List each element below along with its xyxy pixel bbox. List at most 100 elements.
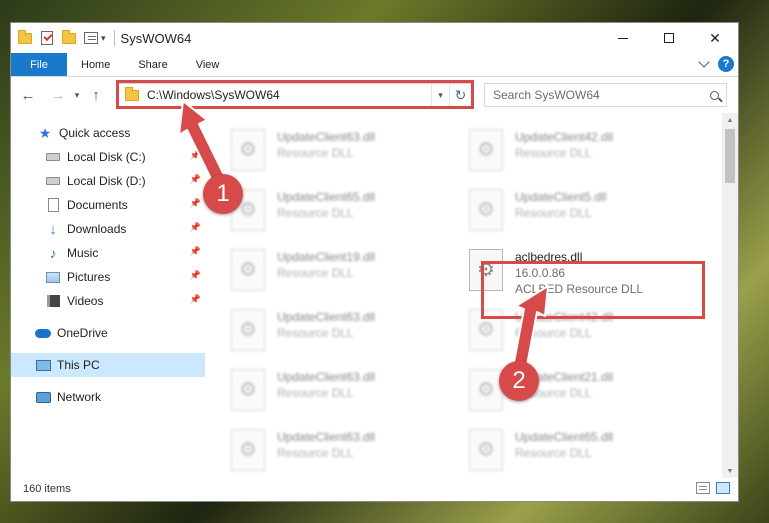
drive-icon (45, 173, 61, 189)
file-name: UpdateClient65.dll (515, 430, 614, 444)
file-type: Resource DLL (277, 446, 354, 460)
back-arrow-icon[interactable]: ← (17, 84, 39, 106)
file-name: UpdateClient63.dll (277, 130, 376, 144)
quick-access-toolbar-icon[interactable] (83, 30, 99, 46)
search-icon[interactable] (702, 84, 726, 106)
window-controls: ✕ (600, 23, 738, 53)
up-arrow-icon[interactable]: ↑ (85, 84, 107, 106)
pin-icon[interactable]: 📌 (190, 246, 201, 257)
sidebar-item-network[interactable]: Network (11, 385, 205, 409)
help-icon[interactable]: ? (718, 56, 734, 72)
sidebar-item-documents[interactable]: Documents 📌 (11, 193, 205, 217)
tab-view[interactable]: View (182, 53, 234, 76)
main-content: ★ Quick access Local Disk (C:) 📌 Local D… (11, 113, 738, 478)
title-bar: ▾ SysWOW64 ✕ (11, 23, 738, 53)
sidebar-item-pictures[interactable]: Pictures 📌 (11, 265, 205, 289)
file-type: Resource DLL (515, 206, 592, 220)
close-button[interactable]: ✕ (692, 23, 738, 53)
sidebar-item-label: Pictures (67, 270, 111, 284)
file-name: UpdateClient19.dll (277, 250, 376, 264)
step-2-badge: 2 (499, 361, 539, 401)
maximize-button[interactable] (646, 23, 692, 53)
cloud-icon (35, 325, 51, 341)
large-icons-view-icon[interactable] (716, 482, 730, 494)
sidebar-item-label: Local Disk (D:) (67, 174, 146, 188)
sidebar-item-label: Network (57, 390, 102, 404)
drive-icon (45, 149, 61, 165)
sidebar-item-local-disk-c[interactable]: Local Disk (C:) 📌 (11, 145, 205, 169)
sidebar-item-label: Quick access (59, 126, 131, 140)
expand-ribbon-chevron-icon[interactable] (698, 56, 710, 68)
file-list-pane: ⚙ UpdateClient63.dll Resource DLL ⚙ Updat… (215, 113, 725, 478)
tab-home[interactable]: Home (67, 53, 124, 76)
dll-file-icon: ⚙ (231, 309, 265, 351)
status-bar: 160 items (11, 477, 738, 501)
file-name: UpdateClient65.dll (277, 190, 376, 204)
step-1-badge: 1 (203, 174, 243, 214)
file-tile[interactable]: ⚙ UpdateClient19.dll Resource DLL (231, 241, 469, 301)
maximize-icon (664, 33, 674, 43)
item-count: 160 items (23, 483, 71, 495)
sidebar-item-music[interactable]: ♪ Music 📌 (11, 241, 205, 265)
search-placeholder: Search SysWOW64 (493, 88, 600, 102)
file-type: Resource DLL (515, 446, 592, 460)
tab-file[interactable]: File (11, 53, 67, 76)
ribbon-tabs: File Home Share View ? (11, 53, 738, 77)
file-type: Resource DLL (277, 386, 354, 400)
pin-icon[interactable]: 📌 (190, 270, 201, 281)
details-view-icon[interactable] (696, 482, 710, 494)
ribbon-right-controls: ? (698, 56, 734, 72)
tab-share[interactable]: Share (124, 53, 181, 76)
file-tile[interactable]: ⚙ UpdateClient42.dll Resource DLL (469, 121, 707, 181)
pin-icon[interactable]: 📌 (190, 198, 201, 209)
computer-icon (35, 357, 51, 373)
pin-icon[interactable]: 📌 (190, 150, 201, 161)
videos-icon (45, 293, 61, 309)
recent-locations-caret-icon[interactable]: ▾ (69, 84, 85, 106)
star-icon: ★ (38, 124, 52, 141)
sidebar-item-label: Local Disk (C:) (67, 150, 146, 164)
scrollbar-thumb[interactable] (725, 129, 735, 183)
network-icon (35, 389, 51, 405)
sidebar-item-quick-access[interactable]: ★ Quick access (11, 121, 205, 145)
music-icon: ♪ (49, 245, 57, 261)
file-name: UpdateClient63.dll (277, 430, 376, 444)
file-tile[interactable]: ⚙ UpdateClient5.dll Resource DLL (469, 181, 707, 241)
scroll-down-icon[interactable]: ▼ (722, 464, 738, 478)
pin-icon[interactable]: 📌 (190, 294, 201, 305)
pin-icon[interactable]: 📌 (190, 222, 201, 233)
file-tile[interactable]: ⚙ UpdateClient63.dll Resource DLL (231, 421, 469, 478)
file-name: UpdateClient63.dll (277, 370, 376, 384)
forward-arrow-icon[interactable]: → (47, 84, 69, 106)
title-separator (113, 30, 115, 46)
search-input[interactable]: Search SysWOW64 (484, 83, 727, 107)
sidebar-item-label: Documents (67, 198, 128, 212)
minimize-button[interactable] (600, 23, 646, 53)
file-type: Resource DLL (277, 206, 354, 220)
file-highlight (481, 261, 705, 319)
dll-file-icon: ⚙ (469, 189, 503, 231)
file-tile[interactable]: ⚙ UpdateClient65.dll Resource DLL (469, 421, 707, 478)
sidebar-item-videos[interactable]: Videos 📌 (11, 289, 205, 313)
sidebar-item-label: Downloads (67, 222, 127, 236)
sidebar-item-downloads[interactable]: ↓ Downloads 📌 (11, 217, 205, 241)
new-folder-icon[interactable] (61, 29, 77, 46)
file-type: Resource DLL (277, 326, 354, 340)
sidebar-item-local-disk-d[interactable]: Local Disk (D:) 📌 (11, 169, 205, 193)
sidebar-item-label: Videos (67, 294, 104, 308)
customize-toolbar-caret-icon[interactable]: ▾ (101, 33, 106, 44)
file-tile[interactable]: ⚙ UpdateClient63.dll Resource DLL (231, 121, 469, 181)
pin-icon[interactable]: 📌 (190, 174, 201, 185)
dll-file-icon: ⚙ (469, 369, 503, 411)
sidebar-item-onedrive[interactable]: OneDrive (11, 321, 205, 345)
navigation-pane: ★ Quick access Local Disk (C:) 📌 Local D… (11, 113, 205, 478)
scroll-up-icon[interactable]: ▲ (722, 113, 738, 127)
file-explorer-window: ▾ SysWOW64 ✕ File Home Share View ? ← → … (10, 22, 739, 502)
file-tile[interactable]: ⚙ UpdateClient63.dll Resource DLL (231, 361, 469, 421)
file-tile[interactable]: ⚙ UpdateClient63.dll Resource DLL (231, 301, 469, 361)
sidebar-item-label: Music (67, 246, 99, 260)
vertical-scrollbar[interactable]: ▲ ▼ (722, 113, 738, 478)
sidebar-item-this-pc[interactable]: This PC (11, 353, 205, 377)
file-tile[interactable]: ⚙ UpdateClient65.dll Resource DLL (231, 181, 469, 241)
properties-check-icon[interactable] (39, 30, 55, 46)
